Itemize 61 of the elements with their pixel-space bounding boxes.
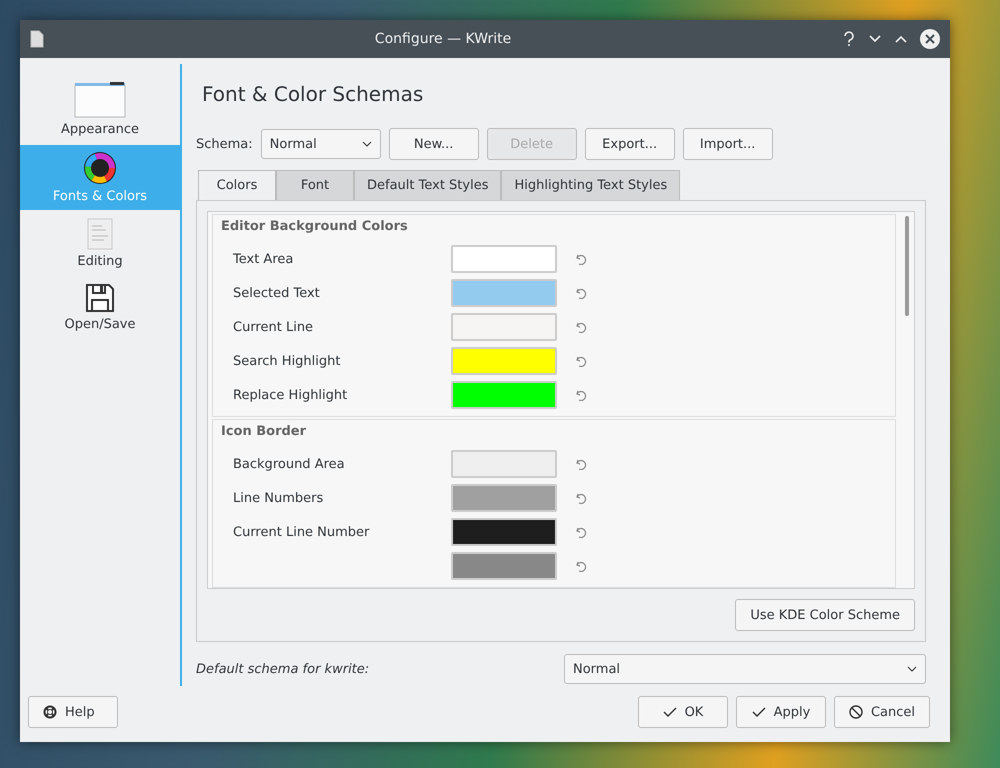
color-label: Selected Text [232,286,321,300]
color-swatch[interactable] [451,450,557,478]
undo-icon[interactable] [575,355,587,367]
undo-icon[interactable] [575,560,587,572]
tab[interactable]: Highlighting Text Styles [501,170,680,200]
undo-icon[interactable] [575,492,587,504]
help-button[interactable]: Help [28,696,118,728]
undo-icon[interactable] [575,253,587,265]
use-kde-color-scheme-button[interactable]: Use KDE Color Scheme [735,599,915,631]
close-icon[interactable] [920,29,940,49]
checkmark-icon [752,706,766,718]
color-label: Search Highlight [232,354,342,368]
help-icon[interactable] [842,31,856,47]
document-icon [30,30,44,48]
color-swatch[interactable] [451,347,557,375]
dialog-button[interactable]: OK [638,696,728,728]
dialog-button[interactable]: Cancel [834,696,930,728]
cancel-icon [848,705,863,719]
dialog-button[interactable]: Apply [736,696,826,728]
undo-icon[interactable] [575,389,587,401]
page-title: Font & Color Schemas [202,82,424,106]
default-schema-label: Default schema for kwrite: [196,662,370,676]
lifebuoy-icon [43,705,57,719]
document-icon [87,218,113,250]
color-swatch[interactable] [451,552,557,580]
checkmark-icon [662,706,677,718]
tab[interactable]: Default Text Styles [354,170,502,200]
schema-dropdown[interactable]: Normal [260,129,381,159]
schema-button[interactable]: Import... [682,128,773,160]
color-wheel-icon [83,151,117,185]
chevron-down-icon [907,666,917,672]
default-schema-dropdown[interactable]: Normal [564,654,926,684]
schema-label: Schema: [196,136,253,152]
group-title: Icon Border [221,424,308,439]
color-label: Current Line Number [232,524,370,540]
color-label: Line Numbers [232,490,324,506]
color-swatch[interactable] [451,279,557,307]
chevron-down-icon [362,141,372,147]
group-title: Editor Background Colors [221,219,409,234]
schema-button[interactable]: New... [388,128,479,160]
sidebar-item[interactable]: Open/Save [20,277,180,338]
window-icon [74,82,126,118]
undo-icon[interactable] [575,458,587,470]
undo-icon[interactable] [575,287,587,299]
color-label: Background Area [232,456,346,472]
tab[interactable]: Colors [198,170,276,200]
window-title: Configure — KWrite [374,31,512,47]
undo-icon[interactable] [575,526,587,538]
color-swatch[interactable] [451,313,557,341]
color-swatch[interactable] [451,245,557,273]
color-label: Current Line [232,320,314,334]
schema-button[interactable]: Export... [584,128,675,160]
sidebar-item[interactable]: Appearance [20,76,180,143]
color-label: Replace Highlight [232,388,348,402]
color-swatch[interactable] [451,484,557,512]
color-label: Text Area [232,252,294,266]
tab[interactable]: Font [276,170,354,200]
color-swatch[interactable] [451,518,557,546]
sidebar-item[interactable]: Editing [20,212,180,275]
undo-icon[interactable] [575,321,587,333]
color-swatch[interactable] [451,381,557,409]
